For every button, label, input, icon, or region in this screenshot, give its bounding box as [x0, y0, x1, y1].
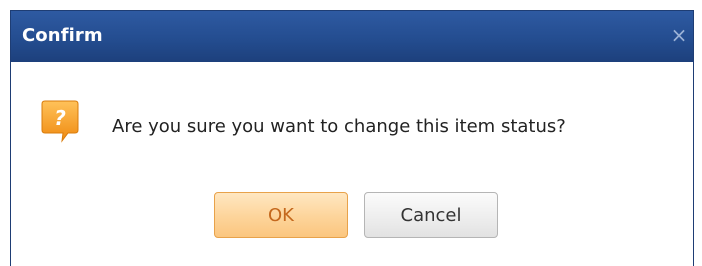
- dialog-titlebar[interactable]: Confirm ×: [11, 11, 693, 62]
- confirm-dialog: Confirm × ? Are you sure you want to cha…: [10, 10, 694, 266]
- close-icon[interactable]: ×: [669, 24, 689, 46]
- dialog-title: Confirm: [22, 25, 103, 46]
- confirm-message: Are you sure you want to change this ite…: [112, 116, 566, 137]
- cancel-button[interactable]: Cancel: [364, 192, 498, 238]
- ok-button[interactable]: OK: [214, 192, 348, 238]
- question-icon: ?: [41, 100, 79, 143]
- svg-text:?: ?: [54, 106, 66, 130]
